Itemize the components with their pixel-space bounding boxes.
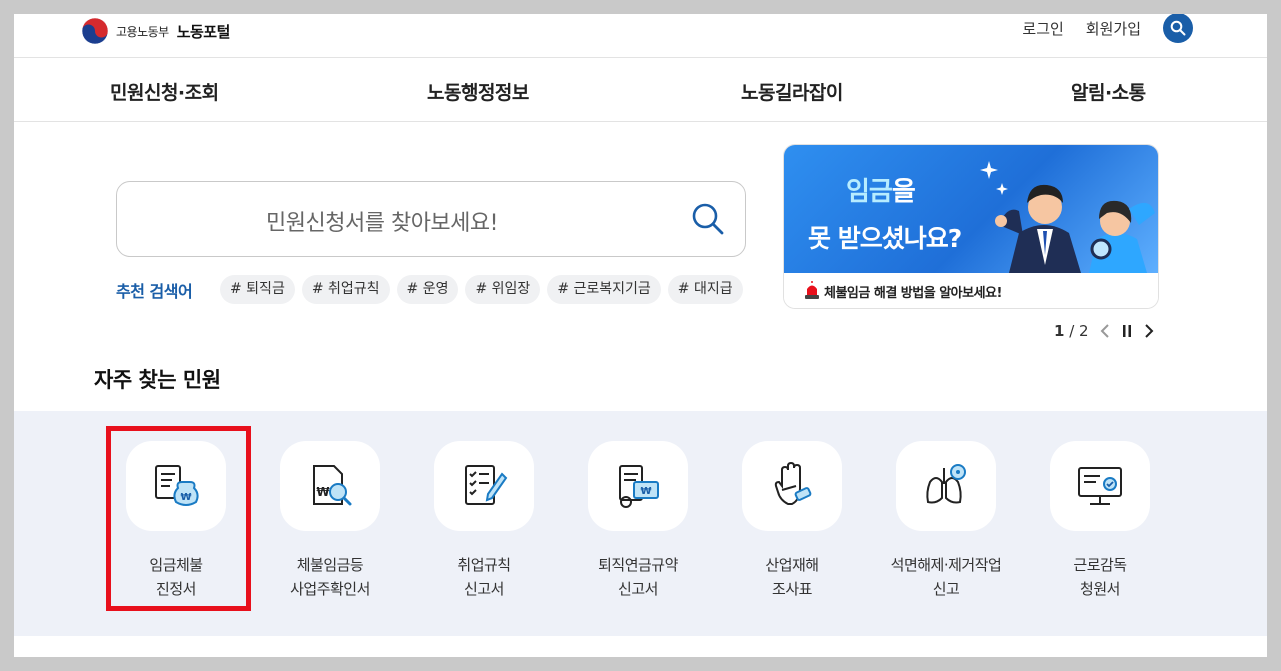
service-pension-rules-report[interactable]: ₩ 퇴직연금규약신고서 xyxy=(558,441,718,601)
top-bar: 고용노동부 노동포털 로그인 회원가입 xyxy=(14,14,1267,58)
tag-substitute-payment[interactable]: # 대지급 xyxy=(667,275,743,304)
document-search-icon: ₩ xyxy=(313,465,352,506)
search-icon xyxy=(1170,20,1186,36)
login-link[interactable]: 로그인 xyxy=(1022,18,1063,39)
service-label-line2: 신고서 xyxy=(618,580,658,598)
service-label: 취업규칙신고서 xyxy=(404,553,564,601)
banner-image-area: 임금을 못 받으셨나요? xyxy=(784,145,1158,273)
chevron-right-icon[interactable] xyxy=(1143,323,1155,339)
banner-highlight: 임금 xyxy=(846,177,893,207)
banner-caption-bar: 체불임금 해결 방법을 알아보세요! xyxy=(784,273,1158,308)
service-label: 퇴직연금규약신고서 xyxy=(558,553,718,601)
service-label-line1: 취업규칙 xyxy=(457,556,511,574)
banner-caption: 체불임금 해결 방법을 알아보세요! xyxy=(824,286,1002,301)
svg-text:₩: ₩ xyxy=(316,485,330,499)
banner-headline-2: 못 받으셨나요? xyxy=(808,224,962,253)
service-label-line1: 퇴직연금규약 xyxy=(598,556,678,574)
chevron-left-icon[interactable] xyxy=(1099,323,1111,339)
frequent-services-title: 자주 찾는 민원 xyxy=(94,368,221,392)
page-frame: 고용노동부 노동포털 로그인 회원가입 민원신청·조회 노동행정정보 노동길라잡… xyxy=(14,14,1267,657)
header-search-button[interactable] xyxy=(1163,14,1193,43)
utility-menu: 로그인 회원가입 xyxy=(1022,14,1193,43)
search-input[interactable]: 민원신청서를 찾아보세요! xyxy=(116,181,746,257)
tag-welfare-fund[interactable]: # 근로복지기금 xyxy=(547,275,661,304)
monitor-check-icon xyxy=(1078,467,1122,505)
service-label-line2: 신고 xyxy=(932,580,960,598)
service-label-line1: 근로감독 xyxy=(1073,556,1127,574)
service-label: 석면해제·제거작업신고 xyxy=(866,553,1026,601)
service-label-line2: 청원서 xyxy=(1080,580,1120,598)
highlight-box xyxy=(106,426,251,611)
card-icon-box: ₩ xyxy=(588,441,688,531)
pause-icon[interactable] xyxy=(1121,323,1133,339)
signup-link[interactable]: 회원가입 xyxy=(1086,18,1141,39)
pager-count: 1 / 2 xyxy=(1054,322,1089,340)
service-label-line1: 석면해제·제거작업 xyxy=(890,556,1002,574)
service-label-line1: 산업재해 xyxy=(765,556,819,574)
service-label-line1: 체불임금등 xyxy=(296,556,364,574)
tag-work-rules[interactable]: # 취업규칙 xyxy=(301,275,390,304)
service-label: 근로감독청원서 xyxy=(1020,553,1180,601)
banner-pager: 1 / 2 xyxy=(1054,322,1155,340)
card-icon-box xyxy=(742,441,842,531)
service-label: 체불임금등사업주확인서 xyxy=(250,553,410,601)
checklist-pen-icon xyxy=(465,465,508,505)
service-asbestos-removal-report[interactable]: 석면해제·제거작업신고 xyxy=(866,441,1026,601)
service-label-line2: 사업주확인서 xyxy=(290,580,370,598)
nav-labor-guide[interactable]: 노동길라잡이 xyxy=(741,78,843,105)
card-icon-box xyxy=(434,441,534,531)
taegeuk-logo-icon xyxy=(81,17,109,45)
portal-name: 노동포털 xyxy=(176,22,231,41)
service-labor-inspection-petition[interactable]: 근로감독청원서 xyxy=(1020,441,1180,601)
nav-notice[interactable]: 알림·소통 xyxy=(1071,78,1146,105)
nav-civil-apply[interactable]: 민원신청·조회 xyxy=(110,78,219,105)
nav-labor-admin[interactable]: 노동행정정보 xyxy=(427,78,529,105)
recommended-tags: # 퇴직금 # 취업규칙 # 운영 # 위임장 # 근로복지기금 # 대지급 xyxy=(220,275,747,305)
search-placeholder: 민원신청서를 찾아보세요! xyxy=(266,211,498,236)
banner-people-illustration xyxy=(995,184,1155,273)
tag-power-of-attorney[interactable]: # 위임장 xyxy=(465,275,541,304)
tag-operation[interactable]: # 운영 xyxy=(396,275,459,304)
injured-hand-icon xyxy=(774,461,812,505)
wage-banner[interactable]: 임금을 못 받으셨나요? 체불임금 해결 방법을 알아보세요! xyxy=(783,144,1159,309)
main-nav: 민원신청·조회 노동행정정보 노동길라잡이 알림·소통 xyxy=(14,57,1267,122)
card-icon-box xyxy=(1050,441,1150,531)
banner-headline-1: 임금을 xyxy=(846,171,916,208)
card-icon-box: ₩ xyxy=(280,441,380,531)
search-submit-icon[interactable] xyxy=(689,200,727,238)
pager-total: 2 xyxy=(1079,322,1089,340)
service-label-line2: 조사표 xyxy=(772,580,812,598)
card-icon-box xyxy=(896,441,996,531)
ministry-name: 고용노동부 xyxy=(116,24,169,39)
tag-retirement-pay[interactable]: # 퇴직금 xyxy=(220,275,295,304)
service-label-line2: 신고서 xyxy=(464,580,504,598)
lungs-icon xyxy=(926,464,966,504)
site-logo[interactable]: 고용노동부 노동포털 xyxy=(80,16,230,46)
service-unpaid-wage-confirmation[interactable]: ₩ 체불임금등사업주확인서 xyxy=(250,441,410,601)
siren-icon xyxy=(805,281,819,299)
pager-current: 1 xyxy=(1054,322,1065,340)
service-work-rules-report[interactable]: 취업규칙신고서 xyxy=(404,441,564,601)
recommended-keywords-label: 추천 검색어 xyxy=(116,282,193,301)
service-label: 산업재해조사표 xyxy=(712,553,872,601)
service-industrial-accident-survey[interactable]: 산업재해조사표 xyxy=(712,441,872,601)
banner-headline-rest: 을 xyxy=(891,177,916,207)
certificate-icon: ₩ xyxy=(619,465,659,508)
svg-text:₩: ₩ xyxy=(640,486,651,497)
